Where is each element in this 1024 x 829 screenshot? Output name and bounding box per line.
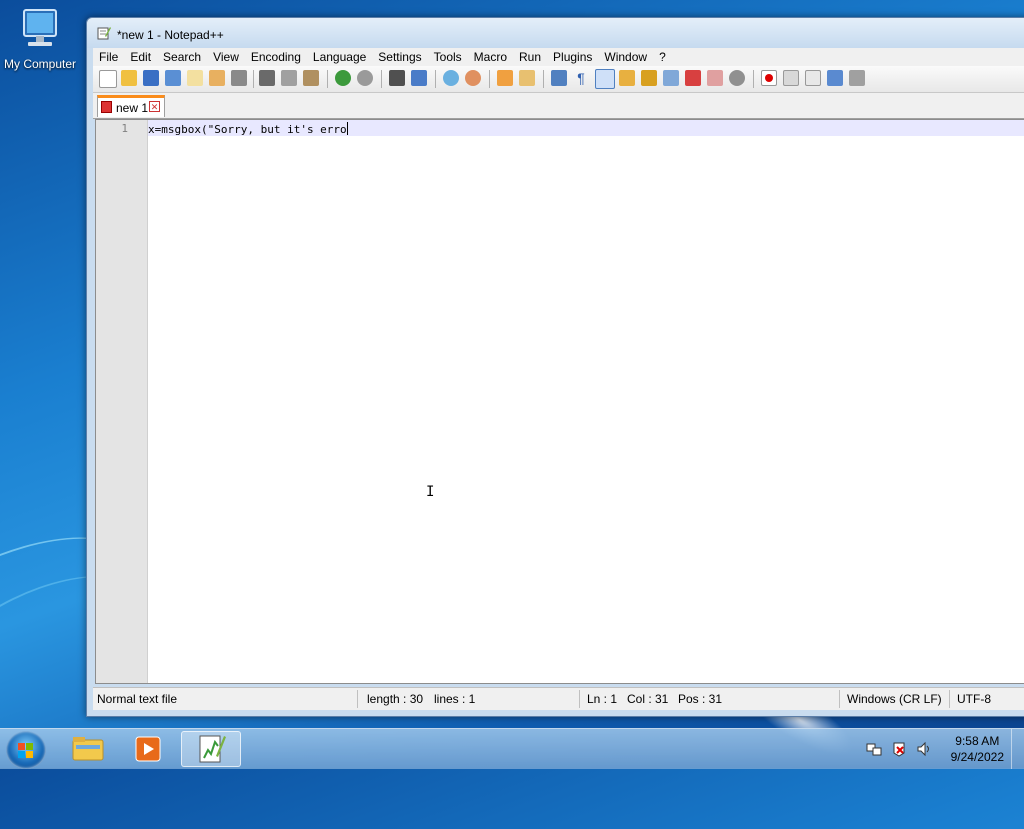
system-clock[interactable]: 9:58 AM 9/24/2022 [951,733,1004,765]
save-macro-icon[interactable] [849,70,865,86]
menu-view[interactable]: View [207,48,245,66]
toolbar-separator [253,70,254,88]
start-button[interactable] [6,731,46,769]
toolbar-separator [489,70,490,88]
menu-macro[interactable]: Macro [468,48,513,66]
mouse-ibeam-cursor: I [426,484,435,500]
tab-close-icon[interactable]: ✕ [149,101,160,112]
notepad-window: *new 1 - Notepad++ File Edit Search View Enc… [86,17,1024,717]
network-icon[interactable] [866,741,882,757]
unsaved-file-icon [101,101,112,113]
editor-text[interactable]: x=msgbox("Sorry, but it's erro [148,122,348,136]
notepad-plus-plus-icon [199,735,226,763]
copy-icon[interactable] [281,70,297,86]
toolbar-separator [381,70,382,88]
paste-icon[interactable] [303,70,319,86]
menu-bar: File Edit Search View Encoding Language Settin… [93,48,1024,66]
tab-new-1[interactable]: new 1 ✕ [97,95,165,117]
run-macro-multiple-icon[interactable] [827,70,843,86]
tab-bar: new 1 ✕ [93,93,1024,119]
menu-language[interactable]: Language [307,48,372,66]
taskbar-explorer-button[interactable] [60,731,116,767]
toolbar-separator [543,70,544,88]
menu-help[interactable]: ? [653,48,672,66]
menu-encoding[interactable]: Encoding [245,48,307,66]
menu-plugins[interactable]: Plugins [547,48,598,66]
record-macro-icon[interactable] [761,70,777,86]
window-title: *new 1 - Notepad++ [117,28,224,42]
windows-logo-icon [18,743,33,758]
undo-icon[interactable] [335,70,351,86]
status-column: Col : 31 [627,692,669,706]
editor-area[interactable]: 1 x=msgbox("Sorry, but it's erro I [95,119,1024,684]
text-caret [346,122,348,135]
sync-vertical-icon[interactable] [497,70,513,86]
zoom-in-icon[interactable] [443,70,459,86]
folder-icon [72,737,104,761]
taskbar-notepad-button[interactable] [181,731,241,767]
toolbar: ¶ [93,66,1024,93]
indent-guide-icon[interactable] [595,69,615,89]
folder-workspace-icon[interactable] [685,70,701,86]
clock-date: 9/24/2022 [950,750,1004,764]
replace-icon[interactable] [411,70,427,86]
new-file-icon[interactable] [99,70,117,88]
clock-time: 9:58 AM [955,734,1000,748]
close-all-icon[interactable] [209,70,225,86]
status-length: length : 30 [367,692,424,706]
status-lines: lines : 1 [434,692,476,706]
find-icon[interactable] [389,70,405,86]
bubble-icon[interactable] [729,70,745,86]
taskbar: 9:58 AM 9/24/2022 [0,728,1024,769]
toolbar-separator [327,70,328,88]
stop-record-icon[interactable] [783,70,799,86]
notepad-plus-plus-icon [97,27,111,40]
cut-icon[interactable] [259,70,275,86]
toolbar-separator [753,70,754,88]
media-player-icon [135,736,161,762]
status-encoding[interactable]: UTF-8 [957,692,991,706]
menu-file[interactable]: File [93,48,124,66]
doc-map-icon[interactable] [663,70,679,86]
volume-icon[interactable] [916,741,932,757]
status-bar: Normal text file length : 30 lines : 1 L… [93,687,1024,710]
menu-settings[interactable]: Settings [372,48,427,66]
status-eol[interactable]: Windows (CR LF) [847,692,942,706]
desktop-icon-my-computer[interactable]: My Computer [0,8,80,71]
save-all-icon[interactable] [165,70,181,86]
computer-icon [23,9,57,46]
status-position: Pos : 31 [678,692,723,706]
redo-icon[interactable] [357,70,373,86]
taskbar-media-player-button[interactable] [120,731,176,767]
title-bar[interactable]: *new 1 - Notepad++ [87,18,1024,48]
line-number: 1 [121,122,128,135]
save-icon[interactable] [143,70,159,86]
play-macro-icon[interactable] [805,70,821,86]
zoom-out-icon[interactable] [465,70,481,86]
desktop-icon-label: My Computer [3,57,77,71]
code-line-1: x=msgbox("Sorry, but it's erro [148,123,347,136]
show-desktop-button[interactable] [1011,729,1024,769]
menu-run[interactable]: Run [513,48,547,66]
action-center-icon[interactable] [891,741,907,757]
monitor-icon[interactable] [707,70,723,86]
line-number-gutter: 1 [96,120,148,683]
status-line: Ln : 1 [587,692,618,706]
menu-window[interactable]: Window [598,48,653,66]
close-icon[interactable] [187,70,203,86]
udl-icon[interactable] [619,70,635,86]
status-file-type: Normal text file [97,692,178,706]
menu-edit[interactable]: Edit [124,48,157,66]
show-all-chars-icon[interactable]: ¶ [573,70,589,86]
function-list-icon[interactable] [641,70,657,86]
tab-label: new 1 [116,101,149,115]
sync-horizontal-icon[interactable] [519,70,535,86]
toolbar-separator [435,70,436,88]
print-icon[interactable] [231,70,247,86]
menu-search[interactable]: Search [157,48,207,66]
menu-tools[interactable]: Tools [428,48,468,66]
word-wrap-icon[interactable] [551,70,567,86]
open-file-icon[interactable] [121,70,137,86]
